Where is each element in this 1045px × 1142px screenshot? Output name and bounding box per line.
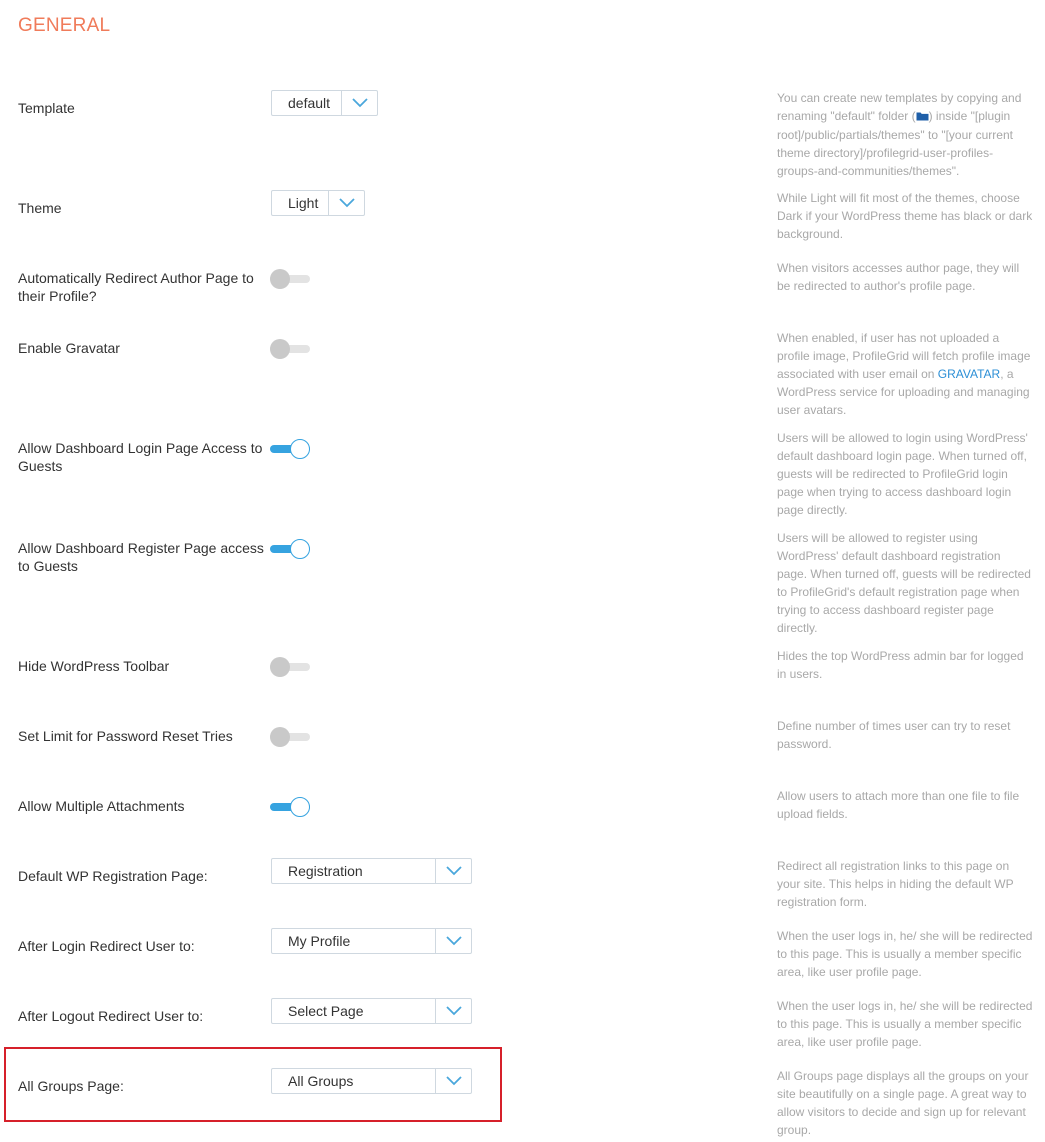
toggle-knob — [270, 657, 290, 677]
logout-redirect-select[interactable]: Select Page — [271, 998, 472, 1024]
wp-registration-select-value: Registration — [288, 863, 363, 879]
all-groups-description: All Groups page displays all the groups … — [777, 1069, 1029, 1137]
login-redirect-description: When the user logs in, he/ she will be r… — [777, 929, 1033, 979]
wp-registration-label: Default WP Registration Page: — [18, 868, 208, 884]
theme-description: While Light will fit most of the themes,… — [777, 191, 1033, 241]
login-redirect-select-value: My Profile — [288, 933, 351, 949]
logout-redirect-label: After Logout Redirect User to: — [18, 1008, 204, 1024]
multiple-attachments-toggle[interactable] — [270, 797, 310, 817]
hide-toolbar-toggle[interactable] — [270, 657, 310, 677]
chevron-down-icon[interactable] — [328, 191, 364, 215]
gravatar-toggle[interactable] — [270, 339, 310, 359]
dashboard-register-toggle[interactable] — [270, 539, 310, 559]
template-select-value: default — [288, 95, 331, 111]
logout-redirect-description: When the user logs in, he/ she will be r… — [777, 999, 1033, 1049]
theme-select[interactable]: Light — [271, 190, 365, 216]
password-reset-toggle[interactable] — [270, 727, 310, 747]
redirect-author-label: Automatically Redirect Author Page to th… — [18, 270, 254, 304]
gravatar-link[interactable]: GRAVATAR — [938, 367, 1000, 381]
template-description: You can create new templates by copying … — [777, 89, 1033, 180]
all-groups-select[interactable]: All Groups — [271, 1068, 472, 1094]
hide-toolbar-label: Hide WordPress Toolbar — [18, 658, 170, 674]
theme-label: Theme — [18, 200, 62, 216]
all-groups-label: All Groups Page: — [18, 1078, 124, 1094]
redirect-author-toggle[interactable] — [270, 269, 310, 289]
dashboard-register-label: Allow Dashboard Register Page access to … — [18, 540, 264, 574]
theme-select-value: Light — [288, 195, 319, 211]
folder-icon — [916, 108, 929, 126]
login-redirect-label: After Login Redirect User to: — [18, 938, 195, 954]
toggle-knob — [290, 797, 310, 817]
toggle-knob — [270, 339, 290, 359]
template-label: Template — [18, 100, 75, 116]
password-reset-description: Define number of times user can try to r… — [777, 719, 1011, 751]
dashboard-register-description: Users will be allowed to register using … — [777, 531, 1031, 635]
gravatar-description: When enabled, if user has not uploaded a… — [777, 329, 1033, 419]
toggle-knob — [270, 269, 290, 289]
chevron-down-icon[interactable] — [435, 999, 471, 1023]
multiple-attachments-description: Allow users to attach more than one file… — [777, 789, 1020, 821]
hide-toolbar-description: Hides the top WordPress admin bar for lo… — [777, 649, 1024, 681]
chevron-down-icon[interactable] — [435, 859, 471, 883]
redirect-author-description: When visitors accesses author page, they… — [777, 261, 1020, 293]
chevron-down-icon[interactable] — [435, 929, 471, 953]
gravatar-label: Enable Gravatar — [18, 340, 120, 356]
chevron-down-icon[interactable] — [435, 1069, 471, 1093]
login-redirect-select[interactable]: My Profile — [271, 928, 472, 954]
logout-redirect-select-value: Select Page — [288, 1003, 364, 1019]
all-groups-select-value: All Groups — [288, 1073, 354, 1089]
wp-registration-description: Redirect all registration links to this … — [777, 859, 1014, 909]
template-select[interactable]: default — [271, 90, 378, 116]
dashboard-login-label: Allow Dashboard Login Page Access to Gue… — [18, 440, 263, 474]
toggle-knob — [290, 539, 310, 559]
dashboard-login-description: Users will be allowed to login using Wor… — [777, 431, 1028, 517]
multiple-attachments-label: Allow Multiple Attachments — [18, 798, 185, 814]
toggle-knob — [290, 439, 310, 459]
wp-registration-select[interactable]: Registration — [271, 858, 472, 884]
chevron-down-icon[interactable] — [341, 91, 377, 115]
toggle-knob — [270, 727, 290, 747]
section-title: GENERAL — [18, 15, 111, 36]
password-reset-label: Set Limit for Password Reset Tries — [18, 728, 233, 744]
dashboard-login-toggle[interactable] — [270, 439, 310, 459]
